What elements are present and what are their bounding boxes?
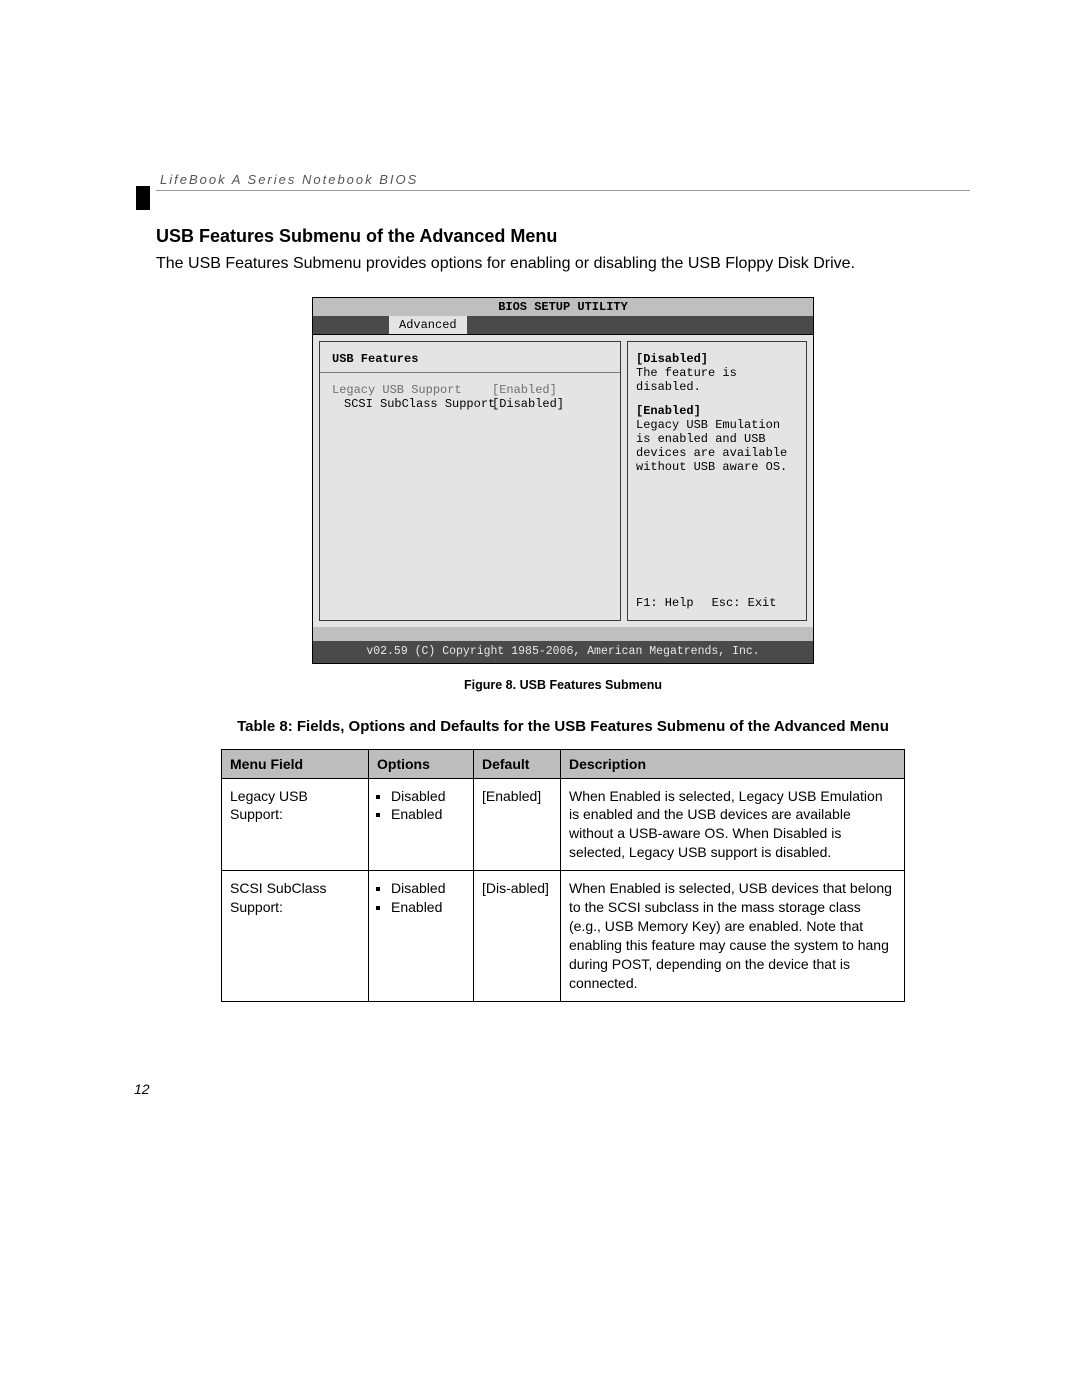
option-item: Disabled (391, 879, 465, 898)
bios-key-help: F1: Help (636, 596, 694, 610)
option-item: Disabled (391, 787, 465, 806)
section-heading: USB Features Submenu of the Advanced Men… (156, 226, 970, 247)
bios-row-legacy-usb: Legacy USB Support [Enabled] (332, 383, 608, 397)
bios-tab-bar: Advanced (313, 316, 813, 334)
bios-help-disabled-label: [Disabled] (636, 352, 798, 366)
bios-copyright: v02.59 (C) Copyright 1985-2006, American… (313, 641, 813, 663)
cell-options: Disabled Enabled (369, 871, 474, 1001)
figure-caption: Figure 8. USB Features Submenu (156, 678, 970, 692)
cell-default: [Dis-abled] (474, 871, 561, 1001)
option-item: Enabled (391, 805, 465, 824)
th-options: Options (369, 749, 474, 778)
bios-help-enabled-label: [Enabled] (636, 404, 798, 418)
option-item: Enabled (391, 898, 465, 917)
bios-key-exit: Esc: Exit (712, 596, 777, 610)
bios-screenshot: BIOS SETUP UTILITY Advanced USB Features… (312, 297, 814, 664)
bios-row-label: Legacy USB Support (332, 383, 492, 397)
corner-tab-icon (136, 186, 146, 210)
th-menu-field: Menu Field (222, 749, 369, 778)
th-default: Default (474, 749, 561, 778)
bios-help-panel: [Disabled] The feature is disabled. [Ena… (627, 341, 807, 621)
table-row: Legacy USB Support: Disabled Enabled [En… (222, 778, 905, 871)
options-table: Menu Field Options Default Description L… (221, 749, 905, 1002)
cell-field: SCSI SubClass Support: (222, 871, 369, 1001)
running-head: LifeBook A Series Notebook BIOS (156, 172, 970, 191)
cell-description: When Enabled is selected, Legacy USB Emu… (561, 778, 905, 871)
bios-tab-advanced: Advanced (389, 316, 467, 334)
page-number: 12 (134, 1081, 150, 1097)
cell-default: [Enabled] (474, 778, 561, 871)
bios-help-disabled-text: The feature is disabled. (636, 366, 798, 394)
cell-description: When Enabled is selected, USB devices th… (561, 871, 905, 1001)
table-caption: Table 8: Fields, Options and Defaults fo… (156, 718, 970, 735)
bios-row-value: [Enabled] (492, 383, 557, 397)
bios-footer-keys: F1: Help Esc: Exit (636, 596, 798, 610)
running-head-wrap: LifeBook A Series Notebook BIOS (156, 172, 970, 208)
table-row: SCSI SubClass Support: Disabled Enabled … (222, 871, 905, 1001)
bios-title: BIOS SETUP UTILITY (313, 298, 813, 316)
bios-left-panel: USB Features Legacy USB Support [Enabled… (319, 341, 621, 621)
bios-row-label: SCSI SubClass Support (344, 397, 492, 411)
cell-field: Legacy USB Support: (222, 778, 369, 871)
intro-paragraph: The USB Features Submenu provides option… (156, 253, 970, 275)
bios-row-value: [Disabled] (492, 397, 564, 411)
bios-panel-title: USB Features (332, 352, 608, 366)
cell-options: Disabled Enabled (369, 778, 474, 871)
table-header-row: Menu Field Options Default Description (222, 749, 905, 778)
bios-help-enabled-text: Legacy USB Emulation is enabled and USB … (636, 418, 798, 474)
bios-row-scsi-subclass: SCSI SubClass Support [Disabled] (332, 397, 608, 411)
th-description: Description (561, 749, 905, 778)
